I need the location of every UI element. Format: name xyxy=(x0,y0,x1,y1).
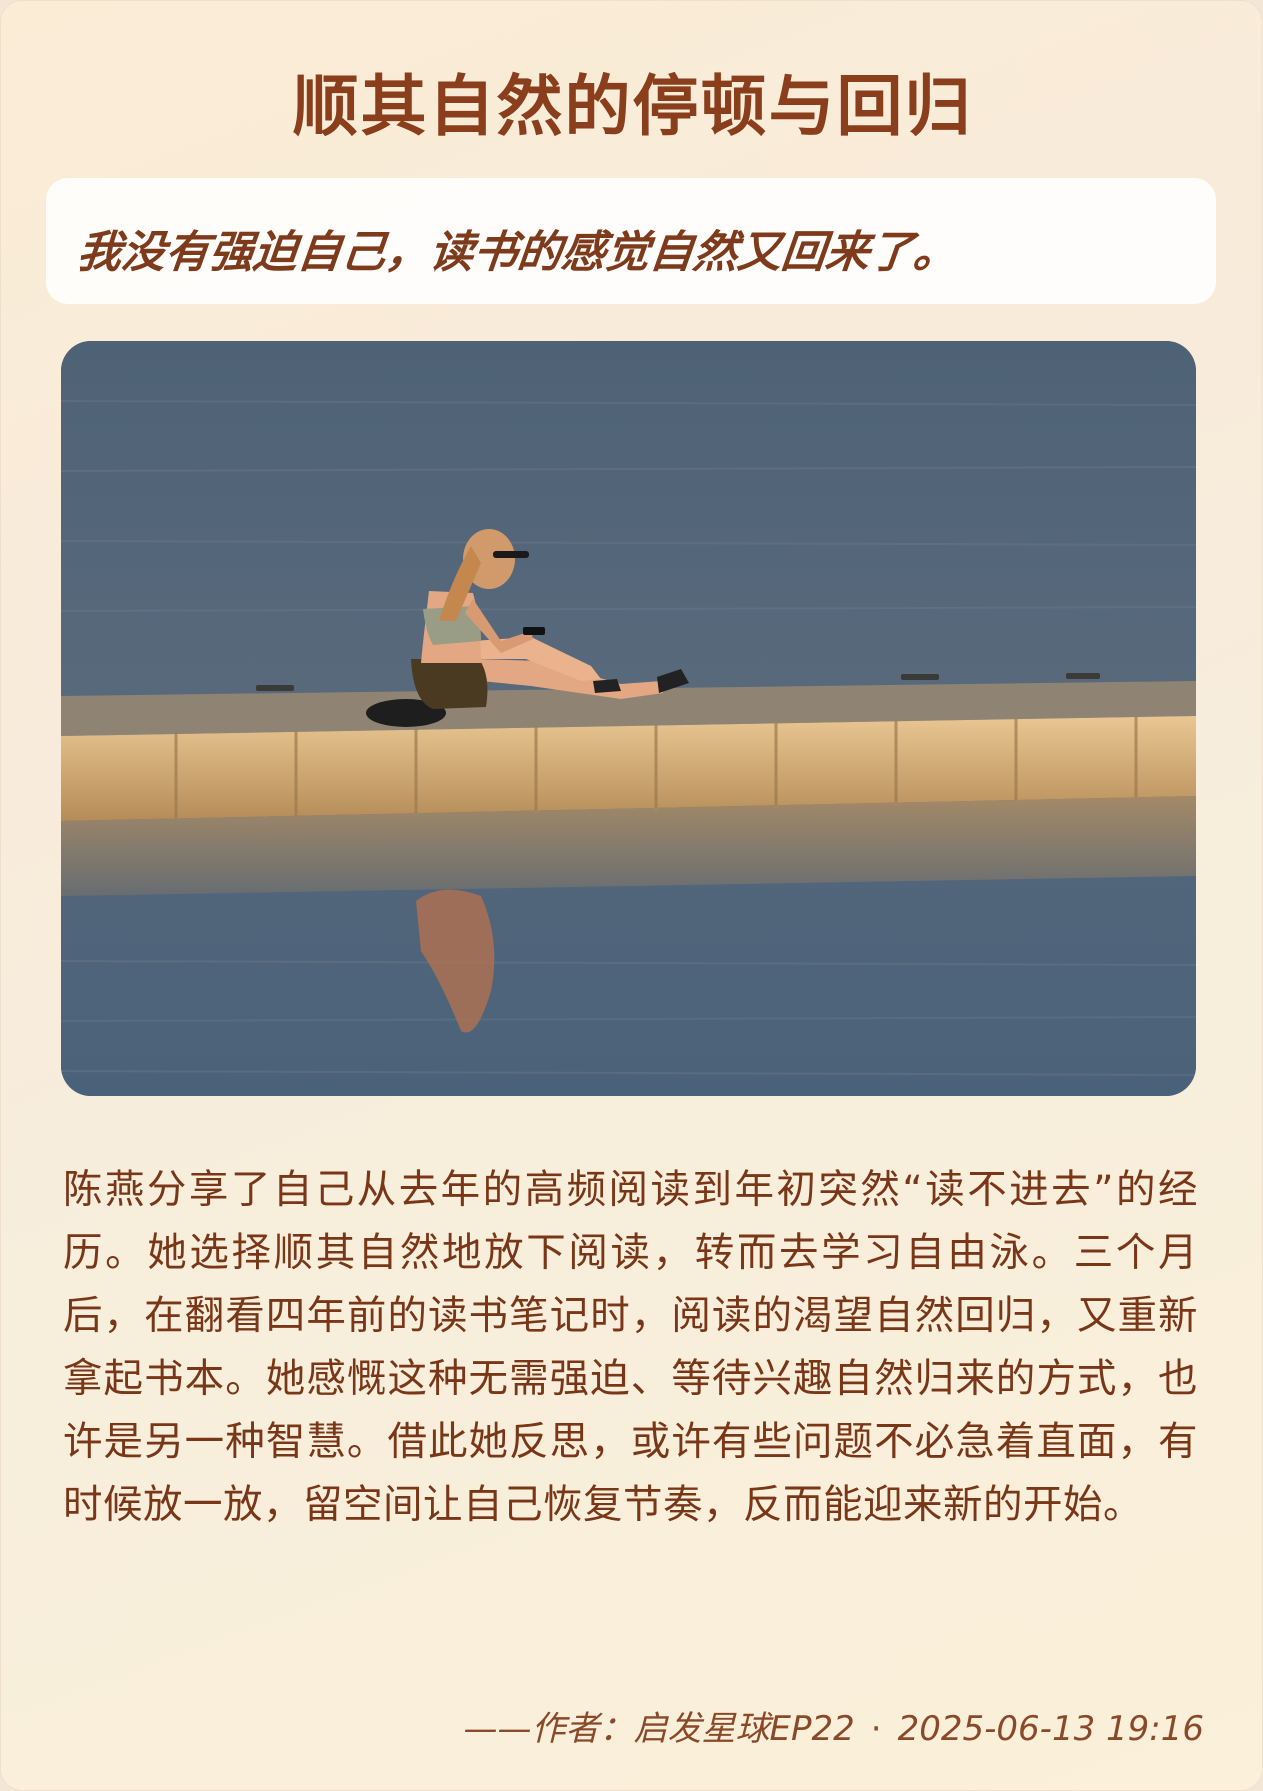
article-card: 顺其自然的停顿与回归 我没有强迫自己，读书的感觉自然又回来了。 陈燕分享了自己从… xyxy=(0,0,1263,1791)
article-body: 陈燕分享了自己从去年的高频阅读到年初突然“读不进去”的经历。她选择顺其自然地放下… xyxy=(63,1167,1198,1528)
quote-box: 我没有强迫自己，读书的感觉自然又回来了。 xyxy=(46,178,1216,304)
separator-dot: · xyxy=(870,1709,882,1749)
photo-woman-on-dock-icon xyxy=(61,341,1196,1096)
pull-quote: 我没有强迫自己，读书的感觉自然又回来了。 xyxy=(74,227,961,278)
page-title: 顺其自然的停顿与回归 xyxy=(292,68,973,145)
publish-date: 2025-06-13 19:16 xyxy=(897,1709,1204,1749)
author-label: ——作者：启发星球EP22 xyxy=(463,1709,855,1749)
article-photo xyxy=(61,341,1196,1096)
author-footer: ——作者：启发星球EP22 · 2025-06-13 19:16 xyxy=(464,1701,1204,1750)
